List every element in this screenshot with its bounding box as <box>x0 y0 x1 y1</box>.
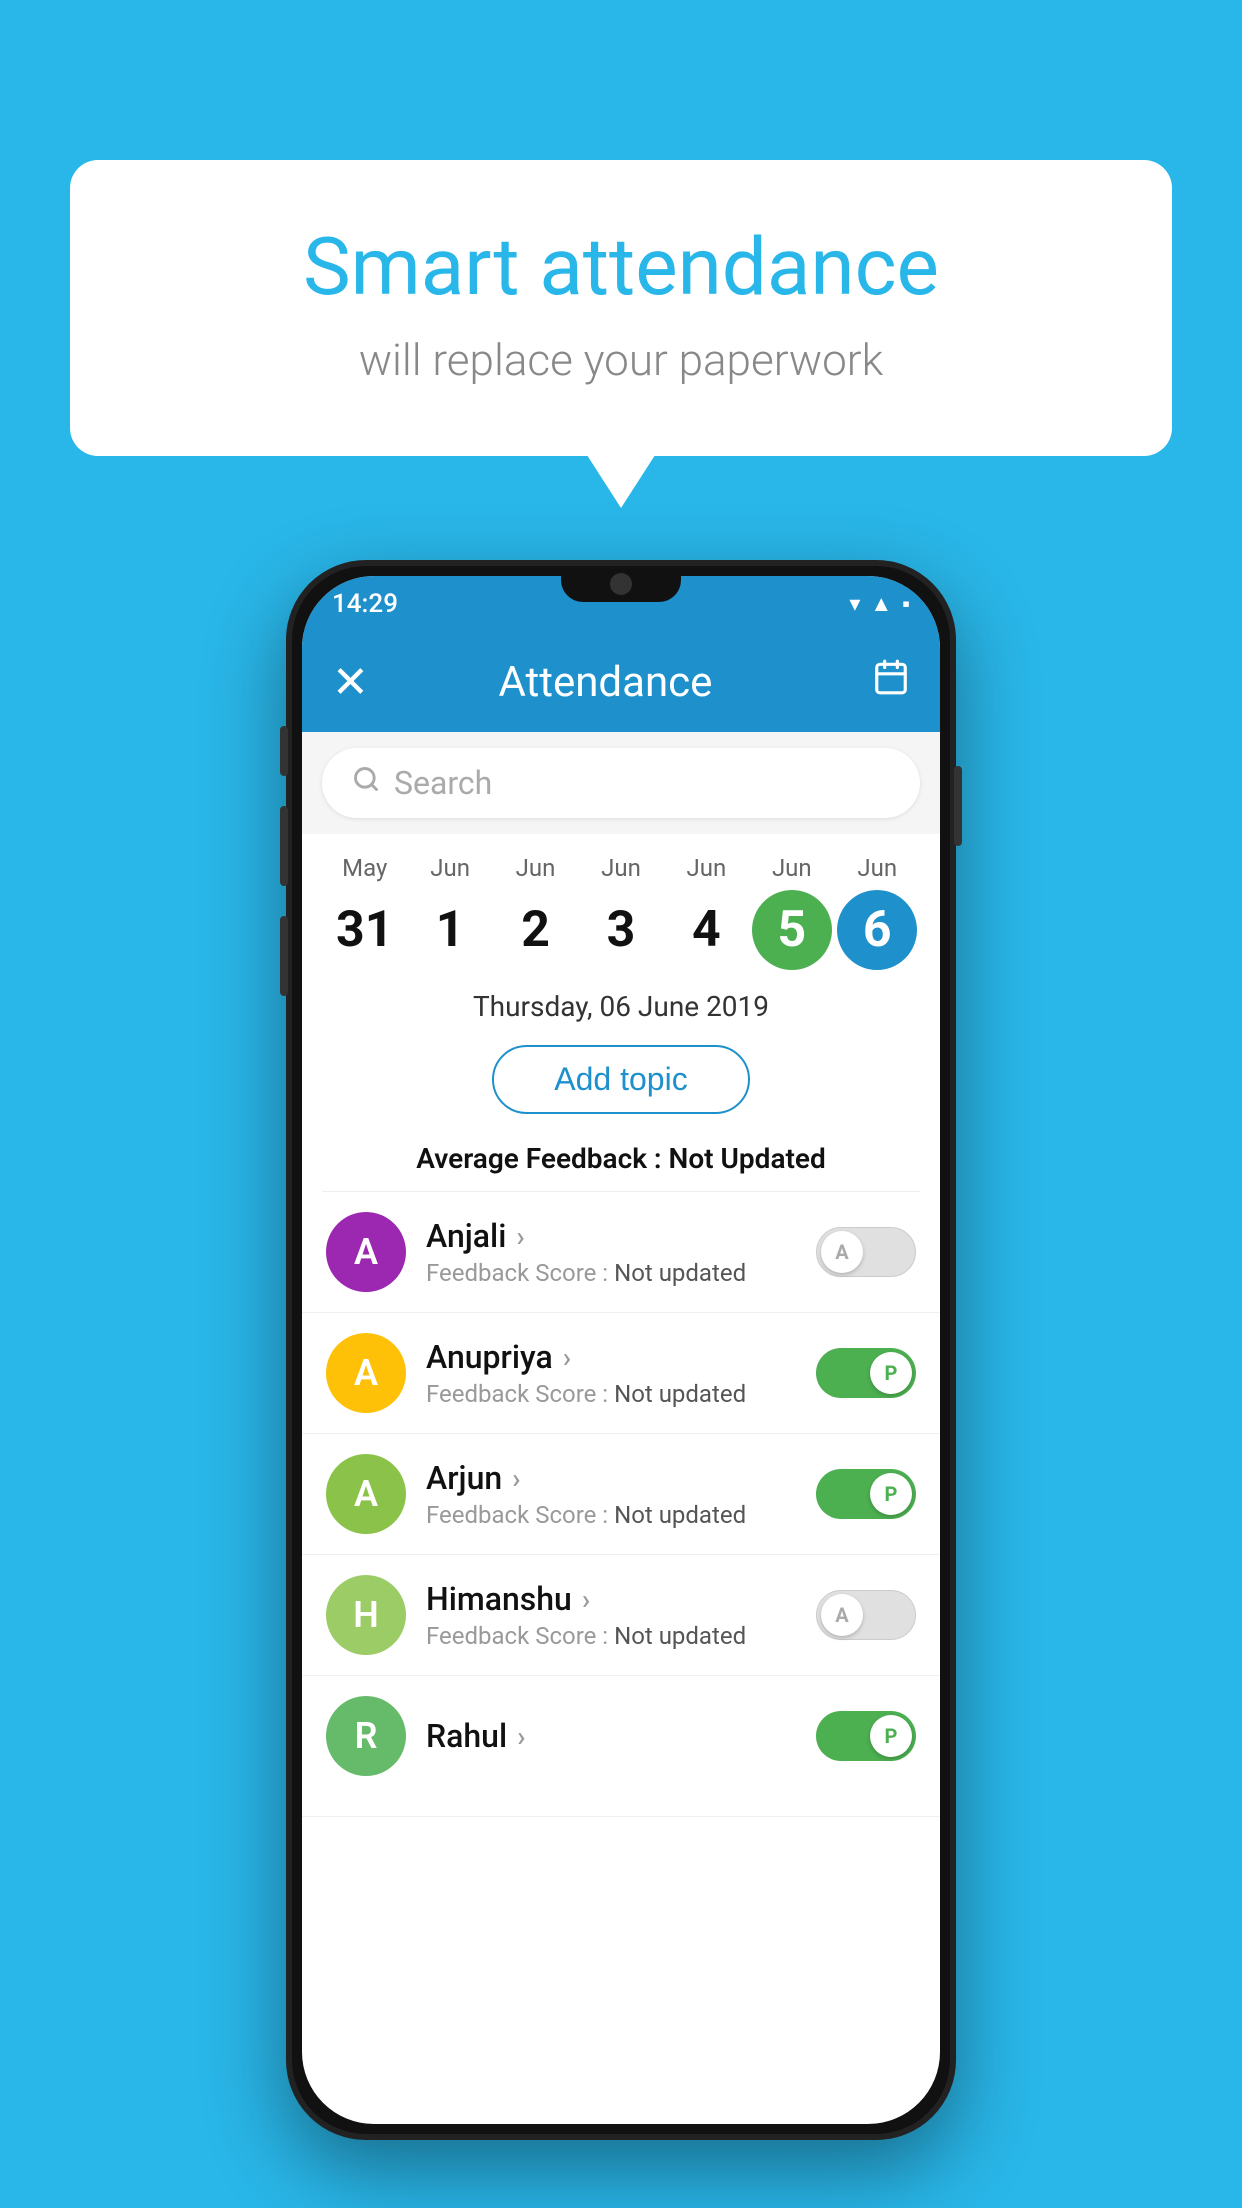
student-info-anupriya: Anupriya › Feedback Score : Not updated <box>426 1338 796 1408</box>
student-item-arjun[interactable]: A Arjun › Feedback Score : Not updated <box>302 1434 940 1555</box>
search-bar[interactable]: Search <box>322 748 920 818</box>
search-placeholder: Search <box>394 764 492 802</box>
phone-notch <box>561 566 681 602</box>
add-topic-container: Add topic <box>302 1035 940 1132</box>
phone-container: 14:29 ▾ ▲ ▪ ✕ Attendance <box>286 560 956 2140</box>
student-info-himanshu: Himanshu › Feedback Score : Not updated <box>426 1580 796 1650</box>
student-item-anjali[interactable]: A Anjali › Feedback Score : Not updated <box>302 1192 940 1313</box>
calendar-icon[interactable] <box>872 658 910 706</box>
app-bar: ✕ Attendance <box>302 632 940 732</box>
cal-day-may31[interactable]: May 31 <box>325 854 405 970</box>
student-info-arjun: Arjun › Feedback Score : Not updated <box>426 1459 796 1529</box>
chevron-right-icon: › <box>563 1341 571 1374</box>
signal-icon: ▲ <box>870 591 892 617</box>
student-name-anjali: Anjali <box>426 1217 506 1255</box>
student-name-arjun: Arjun <box>426 1459 502 1497</box>
add-topic-button[interactable]: Add topic <box>492 1045 749 1114</box>
speech-bubble-container: Smart attendance will replace your paper… <box>70 160 1172 456</box>
avatar-partial: R <box>326 1696 406 1776</box>
student-name-himanshu: Himanshu <box>426 1580 572 1618</box>
student-item-anupriya[interactable]: A Anupriya › Feedback Score : Not update… <box>302 1313 940 1434</box>
cal-day-jun5[interactable]: Jun 5 <box>752 854 832 970</box>
student-list: A Anjali › Feedback Score : Not updated <box>302 1192 940 1817</box>
toggle-arjun[interactable]: P <box>816 1469 916 1519</box>
student-info-anjali: Anjali › Feedback Score : Not updated <box>426 1217 796 1287</box>
avatar-himanshu: H <box>326 1575 406 1655</box>
student-name-partial: Rahul <box>426 1717 507 1755</box>
speech-bubble-title: Smart attendance <box>150 220 1092 314</box>
avatar-anupriya: A <box>326 1333 406 1413</box>
student-item-himanshu[interactable]: H Himanshu › Feedback Score : Not update… <box>302 1555 940 1676</box>
phone-btn-left-3 <box>280 916 288 996</box>
chevron-right-icon: › <box>582 1583 590 1616</box>
toggle-himanshu[interactable]: A <box>816 1590 916 1640</box>
phone-btn-left-2 <box>280 806 288 886</box>
cal-day-jun4[interactable]: Jun 4 <box>666 854 746 970</box>
cal-day-jun1[interactable]: Jun 1 <box>410 854 490 970</box>
cal-day-jun2[interactable]: Jun 2 <box>496 854 576 970</box>
student-item-partial[interactable]: R Rahul › P <box>302 1676 940 1817</box>
battery-icon: ▪ <box>902 591 910 617</box>
chevron-right-icon: › <box>512 1462 520 1495</box>
app-bar-title: Attendance <box>339 658 872 707</box>
speech-bubble-subtitle: will replace your paperwork <box>150 334 1092 386</box>
status-icons: ▾ ▲ ▪ <box>849 591 910 617</box>
calendar-strip: May 31 Jun 1 Jun 2 Jun 3 <box>302 834 940 970</box>
phone-screen: 14:29 ▾ ▲ ▪ ✕ Attendance <box>302 576 940 2124</box>
phone-camera <box>610 573 632 595</box>
status-time: 14:29 <box>332 589 398 619</box>
toggle-anjali[interactable]: A <box>816 1227 916 1277</box>
search-bar-container: Search <box>302 732 940 834</box>
wifi-icon: ▾ <box>849 592 860 617</box>
chevron-right-icon: › <box>517 1720 525 1753</box>
search-icon <box>352 765 380 801</box>
background: Smart attendance will replace your paper… <box>0 0 1242 2208</box>
student-name-anupriya: Anupriya <box>426 1338 553 1376</box>
chevron-right-icon: › <box>516 1220 524 1253</box>
avg-feedback: Average Feedback : Not Updated <box>302 1132 940 1191</box>
toggle-partial[interactable]: P <box>816 1711 916 1761</box>
speech-bubble: Smart attendance will replace your paper… <box>70 160 1172 456</box>
phone-shell: 14:29 ▾ ▲ ▪ ✕ Attendance <box>286 560 956 2140</box>
phone-btn-right <box>954 766 962 846</box>
cal-day-jun3[interactable]: Jun 3 <box>581 854 661 970</box>
cal-day-jun6[interactable]: Jun 6 <box>837 854 917 970</box>
avatar-arjun: A <box>326 1454 406 1534</box>
selected-date-label: Thursday, 06 June 2019 <box>302 970 940 1035</box>
toggle-anupriya[interactable]: P <box>816 1348 916 1398</box>
phone-btn-left-1 <box>280 726 288 776</box>
avatar-anjali: A <box>326 1212 406 1292</box>
student-info-partial: Rahul › <box>426 1717 796 1755</box>
